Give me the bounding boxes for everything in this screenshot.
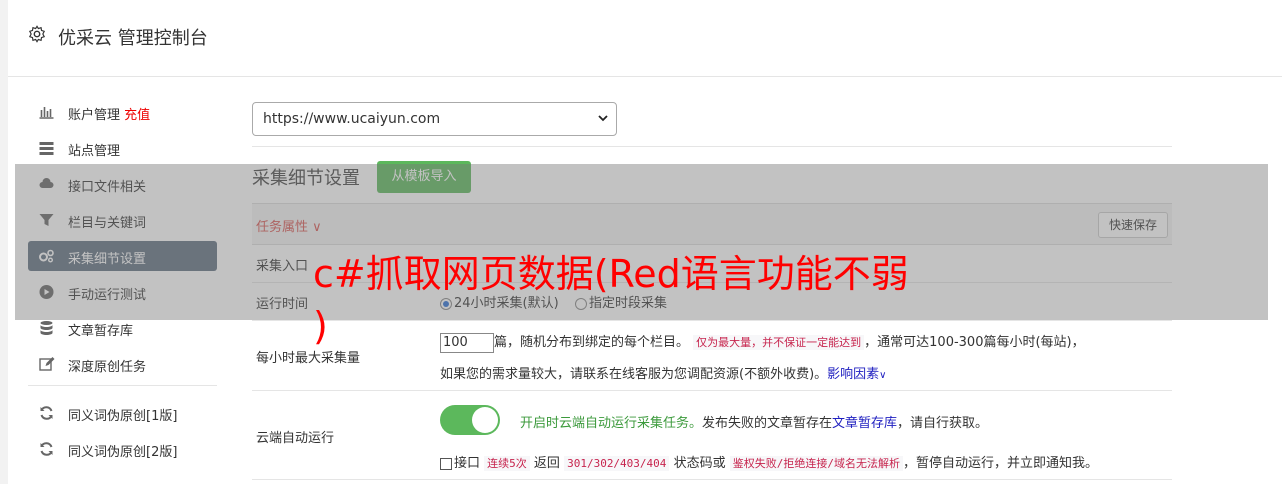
- notify-checkbox[interactable]: [440, 457, 452, 470]
- sidebar-item-label: 文章暂存库: [68, 324, 134, 339]
- refresh-icon: [40, 442, 53, 456]
- site-select-value: https://www.ucaiyun.com: [263, 111, 441, 127]
- sidebar-item-label: 账户管理: [68, 108, 121, 123]
- site-select[interactable]: https://www.ucaiyun.com: [252, 102, 617, 136]
- factors-link-label: 影响因素: [827, 367, 880, 382]
- sidebar-item-account[interactable]: 账户管理 充值: [28, 97, 217, 127]
- cloud-text: 返回: [533, 456, 560, 471]
- sidebar-item-label: 站点管理: [68, 144, 121, 159]
- page-title: 优采云 管理控制台: [58, 28, 208, 49]
- refresh-icon: [40, 406, 53, 420]
- chevron-down-icon: [598, 115, 608, 122]
- cloud-auto-toggle[interactable]: [440, 405, 500, 435]
- sidebar-item-label: 深度原创任务: [68, 360, 147, 375]
- cloud-green-text: 开启时云端自动运行采集任务。: [520, 416, 703, 431]
- row-label: 云端自动运行: [256, 431, 335, 446]
- article-storage-link[interactable]: 文章暂存库: [832, 416, 897, 431]
- code-text: 连续5次: [484, 456, 530, 471]
- toggle-knob: [472, 407, 498, 433]
- chevron-down-icon: ∨: [879, 370, 887, 381]
- cloud-text: 发布失败的文章暂存在: [702, 416, 833, 431]
- page-header: 优采云 管理控制台: [8, 0, 1282, 77]
- cloud-text: ，请自行获取。: [897, 416, 989, 431]
- sidebar-divider: [28, 385, 217, 386]
- sidebar-item-sites[interactable]: 站点管理: [28, 133, 217, 163]
- overlay-title-line1: c#抓取网页数据(Red语言功能不弱: [313, 252, 909, 296]
- server-icon: [39, 142, 54, 155]
- code-text: 301/302/403/404: [564, 456, 670, 471]
- divider: [252, 146, 1172, 147]
- cloud-text: ，暂停自动运行，并立即通知我。: [902, 456, 1098, 471]
- overlay-title: c#抓取网页数据(Red语言功能不弱 ): [313, 248, 909, 352]
- factors-link[interactable]: 影响因素∨: [827, 367, 886, 382]
- sidebar-item-label: 同义词伪原创[2版]: [68, 445, 178, 460]
- code-text: 鉴权失败/拒绝连接/域名无法解析: [729, 456, 903, 471]
- row-cloud-auto: 云端自动运行 开启时云端自动运行采集任务。发布失败的文章暂存在文章暂存库，请自行…: [252, 391, 1172, 480]
- sidebar-item-deep-original[interactable]: 深度原创任务: [28, 349, 217, 379]
- bar-chart-icon: [39, 107, 54, 119]
- sidebar-item-label: 同义词伪原创[1版]: [68, 409, 178, 424]
- edit-icon: [39, 357, 55, 371]
- database-icon: [40, 321, 53, 335]
- checkbox-label: 接口: [454, 456, 481, 471]
- sidebar-item-synonym-v2[interactable]: 同义词伪原创[2版]: [28, 434, 217, 464]
- overlay-title-line2: ): [313, 304, 328, 348]
- max-text: 如果您的需求量较大，请联系在线客服为您调配资源(不额外收费)。: [440, 367, 828, 382]
- sidebar-item-synonym-v1[interactable]: 同义词伪原创[1版]: [28, 398, 217, 428]
- cloud-text: 状态码或: [673, 456, 726, 471]
- gear-icon: [28, 25, 46, 43]
- recharge-link[interactable]: 充值: [124, 108, 150, 123]
